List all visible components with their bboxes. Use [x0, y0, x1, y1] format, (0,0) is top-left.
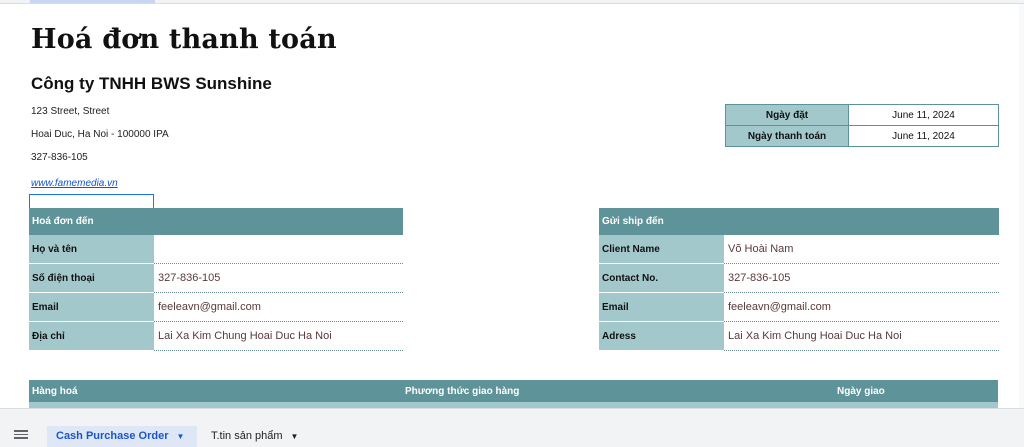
ship-to-row: Email feeleavn@gmail.com [599, 293, 999, 322]
goods-header-row: Hàng hoá Phương thức giao hàng Ngày giao [29, 380, 998, 402]
ship-to-label: Client Name [599, 235, 724, 264]
bill-to-row: Họ và tên [29, 235, 403, 264]
bill-to-block: Hoá đơn đến Họ và tên Số điện thoại 327-… [29, 208, 403, 351]
bill-to-label: Họ và tên [29, 235, 154, 264]
ship-to-value[interactable]: 327-836-105 [724, 264, 999, 293]
tab-product-info[interactable]: T.tin sản phẩm ▼ [202, 426, 307, 447]
goods-col-items: Hàng hoá [32, 386, 78, 397]
caret-down-icon[interactable]: ▼ [291, 432, 299, 441]
bill-to-label: Email [29, 293, 154, 322]
ship-to-value[interactable]: Lai Xa Kim Chung Hoai Duc Ha Noi [724, 322, 999, 351]
sheet-tabs-bar: Cash Purchase Order ▼ T.tin sản phẩm ▼ [0, 408, 1024, 447]
bill-to-value[interactable] [154, 235, 403, 264]
ship-to-value[interactable]: Võ Hoài Nam [724, 235, 999, 264]
address-line-1: 123 Street, Street [31, 106, 110, 117]
vertical-scrollbar[interactable] [1019, 4, 1024, 408]
payment-date-value[interactable]: June 11, 2024 [848, 125, 999, 147]
address-line-2: Hoai Duc, Ha Noi - 100000 IPA [31, 129, 169, 140]
selected-column-indicator [30, 0, 155, 3]
ship-to-label: Adress [599, 322, 724, 351]
ship-to-label: Email [599, 293, 724, 322]
caret-down-icon[interactable]: ▼ [177, 432, 185, 441]
ship-to-block: Gửi ship đến Client Name Võ Hoài Nam Con… [599, 208, 999, 351]
bill-to-row: Email feeleavn@gmail.com [29, 293, 403, 322]
order-date-label: Ngày đặt [725, 104, 849, 126]
ship-to-row: Adress Lai Xa Kim Chung Hoai Duc Ha Noi [599, 322, 999, 351]
payment-date-label: Ngày thanh toán [725, 125, 849, 147]
tab-cash-purchase-order[interactable]: Cash Purchase Order ▼ [47, 426, 197, 447]
tab-label: T.tin sản phẩm [211, 430, 283, 442]
order-date-value[interactable]: June 11, 2024 [848, 104, 999, 126]
ship-to-row: Contact No. 327-836-105 [599, 264, 999, 293]
spreadsheet-grid[interactable]: Hoá đơn thanh toán Công ty TNHH BWS Suns… [0, 4, 1020, 408]
company-name: Công ty TNHH BWS Sunshine [31, 74, 272, 93]
company-phone: 327-836-105 [31, 152, 88, 163]
ship-to-row: Client Name Võ Hoài Nam [599, 235, 999, 264]
invoice-title: Hoá đơn thanh toán [31, 24, 337, 55]
bill-to-row: Số điện thoại 327-836-105 [29, 264, 403, 293]
goods-col-delivery-date: Ngày giao [837, 386, 885, 397]
bill-to-value[interactable]: Lai Xa Kim Chung Hoai Duc Ha Noi [154, 322, 403, 351]
bill-to-value[interactable]: 327-836-105 [154, 264, 403, 293]
tab-label: Cash Purchase Order [56, 430, 169, 442]
website-link[interactable]: www.famemedia.vn [31, 178, 118, 189]
menu-icon[interactable] [14, 430, 28, 440]
goods-col-shipping-method: Phương thức giao hàng [405, 386, 520, 397]
bill-to-row: Địa chỉ Lai Xa Kim Chung Hoai Duc Ha Noi [29, 322, 403, 351]
bill-to-label: Địa chỉ [29, 322, 154, 351]
ship-to-header: Gửi ship đến [599, 208, 999, 235]
selected-cell[interactable] [29, 194, 154, 209]
ship-to-value[interactable]: feeleavn@gmail.com [724, 293, 999, 322]
bill-to-value[interactable]: feeleavn@gmail.com [154, 293, 403, 322]
dates-table: Ngày đặt June 11, 2024 Ngày thanh toán J… [725, 104, 999, 147]
bill-to-header: Hoá đơn đến [29, 208, 403, 235]
ship-to-label: Contact No. [599, 264, 724, 293]
bill-to-label: Số điện thoại [29, 264, 154, 293]
